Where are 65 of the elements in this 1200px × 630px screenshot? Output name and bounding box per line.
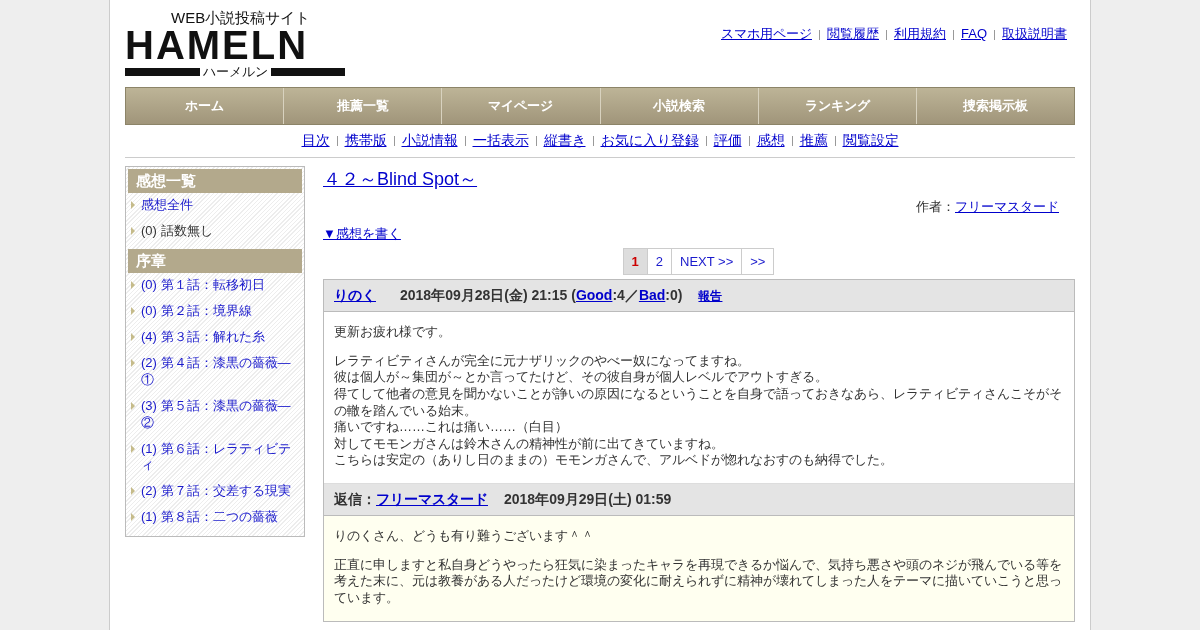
site-logo[interactable]: WEB小説投稿サイト HAMELN ハーメルン: [125, 0, 345, 87]
header-link[interactable]: 取扱説明書: [1002, 26, 1067, 41]
bullet-icon: [131, 333, 135, 342]
comment-text: 対してモモンガさんは鈴木さんの精神性が前に出てきていますね。: [334, 435, 725, 453]
reply-label: 返信：: [334, 491, 376, 507]
menu-link[interactable]: お気に入り登録: [600, 131, 699, 148]
episode-link[interactable]: (2) 第４話：漆黒の薔薇—①: [141, 354, 299, 389]
episode-link[interactable]: 感想全件: [141, 197, 193, 214]
comment-text: 得てして他者の意見を聞かないことが諍いの原因になるということを自身で語っておきなあら、レラティビティさんこそがその轍を踏んでいる始末。: [334, 385, 1063, 420]
bullet-icon: [131, 401, 135, 410]
bullet-icon: [131, 513, 135, 522]
comment-text: りのくさん、どうも有り難うございます＾＾: [334, 528, 595, 545]
story-title-link[interactable]: ４２～Blind Spot～: [323, 168, 478, 189]
bullet-icon: [131, 307, 135, 316]
menu-link[interactable]: 目次: [301, 131, 330, 148]
episode-link[interactable]: (1) 第６話：レラティビティ: [141, 440, 299, 475]
menu-link[interactable]: 評価: [713, 131, 742, 148]
page-link[interactable]: >>: [741, 247, 775, 275]
page-link[interactable]: NEXT >>: [671, 247, 743, 275]
page-link[interactable]: 1: [622, 247, 648, 275]
good-link[interactable]: Good: [575, 287, 613, 303]
reply-author-link[interactable]: フリーマスタード: [376, 491, 488, 507]
episode-label: (0) 話数無し: [141, 222, 213, 240]
menu-link[interactable]: 小説情報: [401, 131, 458, 148]
bullet-icon: [131, 444, 135, 453]
bad-link[interactable]: Bad: [638, 287, 666, 303]
episode-link[interactable]: (0) 第１話：転移初日: [141, 277, 265, 295]
episode-link[interactable]: (2) 第７話：交差する現実: [141, 483, 291, 501]
page-link[interactable]: 2: [646, 247, 672, 275]
episode-link[interactable]: (0) 第２話：境界線: [141, 303, 252, 321]
menu-link[interactable]: 感想: [756, 131, 785, 148]
episode-link[interactable]: (4) 第３話：解れた糸: [141, 329, 265, 346]
bullet-icon: [131, 226, 135, 235]
menu-link[interactable]: 縦書き: [543, 131, 586, 148]
comment-date: 2018年09月28日(金) 21:15 (: [400, 287, 576, 303]
good-count: :4／: [612, 287, 639, 303]
commenter-link[interactable]: りのく: [334, 287, 376, 303]
comment-text: 痛いですね……これは痛い……（白目）: [334, 419, 569, 436]
bullet-icon: [131, 281, 135, 290]
header-link[interactable]: 閲覧履歴: [827, 26, 879, 41]
episode-link[interactable]: (1) 第８話：二つの薔薇: [141, 509, 278, 527]
reply-date: 2018年09月29日(土) 01:59: [504, 491, 672, 507]
author-label: 作者：: [916, 198, 955, 214]
menu-link[interactable]: 閲覧設定: [842, 131, 899, 148]
menu-link[interactable]: 携帯版: [344, 131, 387, 148]
header-link[interactable]: 利用規約: [894, 26, 946, 41]
episode-link[interactable]: (3) 第５話：漆黒の薔薇—②: [141, 397, 299, 432]
comment-text: 彼は個人が～集団が～とか言ってたけど、その彼自身が個人レベルでアウトすぎる。: [334, 369, 829, 386]
menu-link[interactable]: 推薦: [799, 131, 828, 148]
comment-text: 正直に申しますと私自身どうやったら狂気に染まったキャラを再現できるか悩んで、気持ち悪さや頭のネジが飛んでいる等を考えた末に、元は教養がある人だったけど環境の変化に耐えられずに精神が壊れてしまった人をテーマに描いていこうと思っています。: [334, 556, 1063, 607]
menu-link[interactable]: 一括表示: [472, 131, 529, 148]
section-header: 感想一覧: [128, 168, 302, 193]
bullet-icon: [131, 358, 135, 367]
report-link[interactable]: 報告: [698, 289, 723, 303]
header-link[interactable]: スマホ用ページ: [721, 26, 812, 41]
comment-text: レラティビティさんが完全に元ナザリックのやべー奴になってますね。: [334, 352, 751, 370]
header-link[interactable]: FAQ: [961, 26, 987, 41]
section-header: 序章: [128, 248, 302, 274]
comment-text: こちらは安定の（ありし日のままの）モモンガさんで、アルベドが惚れなおすのも納得でした。: [334, 452, 894, 469]
bad-count: :0): [665, 287, 683, 303]
write-comment-link[interactable]: ▼感想を書く: [323, 226, 401, 241]
comment-text: 更新お疲れ様です。: [334, 324, 452, 341]
bullet-icon: [131, 487, 135, 496]
author-link[interactable]: フリーマスタード: [955, 198, 1059, 214]
bullet-icon: [131, 201, 135, 209]
